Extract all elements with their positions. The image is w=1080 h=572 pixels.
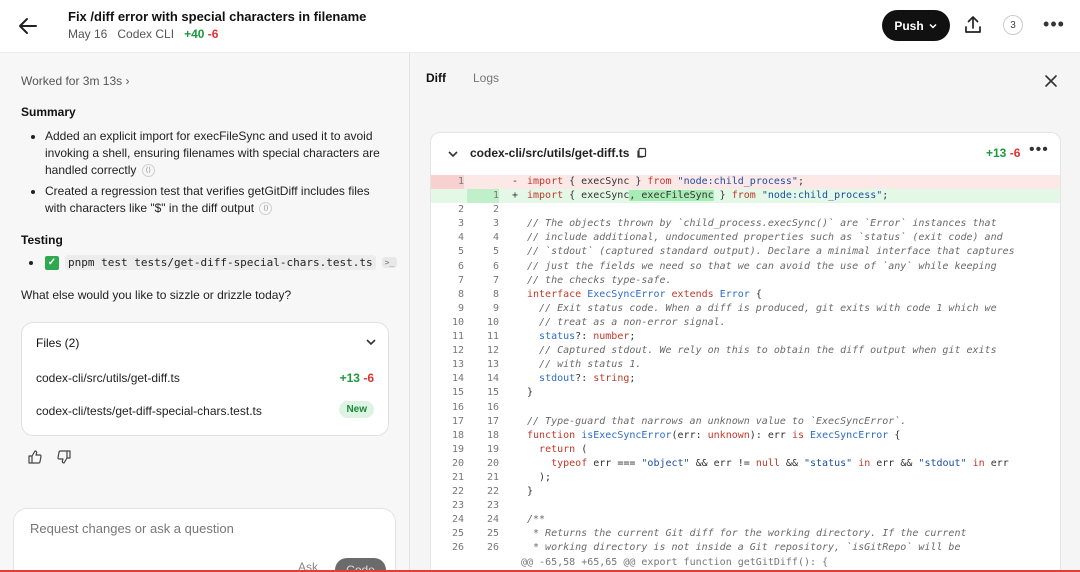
checkmark-icon: ✓ [45, 255, 59, 270]
testing-heading: Testing [21, 233, 63, 247]
new-file-badge: New [339, 401, 374, 418]
thumbs-up-icon[interactable] [27, 449, 43, 465]
diff-line: 6 6// just the fields we need so that we … [457, 260, 997, 272]
diff-line: 15 15} [451, 387, 534, 399]
file-name: codex-cli/src/utils/get-diff.ts [36, 371, 180, 385]
diff-line: 20 20 typeof err === "object" && err != n… [451, 457, 1009, 469]
task-summary-pane: Worked for 3m 13s › Summary Added an exp… [0, 53, 409, 572]
diff-line: 13 13 // with status 1. [451, 359, 642, 371]
diff-line: 18 18 function isExecSyncError(err: unknow… [451, 429, 901, 441]
diff-line-deleted: 1- import { execSync } from "node:child_p… [431, 175, 1060, 190]
diff-line: 5 5// `stdout` (captured standard output)… [457, 246, 1015, 258]
diff-line: 11 11 status?: number; [451, 331, 636, 343]
diff-line: 7 7// the checks type-safe. [457, 274, 672, 286]
diff-line: 22 [457, 204, 499, 216]
file-item[interactable]: codex-cli/tests/get-diff-special-chars.t… [22, 396, 388, 426]
task-title: Fix /diff error with special characters … [68, 9, 367, 24]
citation-icon[interactable]: ⟨⟩ [141, 164, 155, 178]
diff-line: 22 22} [451, 486, 534, 498]
diff-line: 19 19 return ( [451, 443, 588, 455]
diff-line: 10 10 // treat as a non-error signal. [451, 316, 726, 328]
bullet-dot [29, 260, 33, 265]
chevron-down-icon[interactable] [446, 147, 460, 161]
diff-line: 23 23 [451, 500, 499, 512]
back-arrow-icon[interactable] [16, 14, 40, 38]
copy-icon[interactable] [636, 147, 648, 159]
version-count-badge[interactable]: 3 [1003, 15, 1023, 35]
tab-diff[interactable]: Diff [426, 71, 446, 85]
diff-line: 8 8 interface ExecSyncError extends Error … [457, 288, 762, 300]
diff-card: codex-cli/src/utils/get-diff.ts +13 -6 •… [430, 132, 1061, 572]
citation-icon[interactable]: ⟨⟩ [259, 202, 273, 216]
more-options-icon[interactable]: ••• [1029, 141, 1049, 159]
test-command: pnpm test tests/get-diff-special-chars.t… [65, 255, 376, 270]
diff-line: 99 // Exit status code. When a diff is p… [457, 302, 997, 314]
diff-line: 26 26 * working directory is not inside a… [451, 542, 961, 554]
files-heading: Files (2) [36, 336, 80, 350]
diff-file-header: codex-cli/src/utils/get-diff.ts +13 -6 •… [431, 133, 1060, 174]
additions-count: +40 [184, 27, 205, 41]
diff-file-path: codex-cli/src/utils/get-diff.ts [470, 146, 630, 160]
chevron-down-icon [929, 23, 937, 29]
share-icon[interactable] [962, 14, 984, 36]
summary-list: Added an explicit import for execFileSyn… [29, 128, 391, 221]
chevron-down-icon[interactable] [364, 335, 378, 349]
file-stats: +13 -6 [339, 371, 374, 385]
diff-pane: Diff Logs codex-cli/src/utils/get-diff.t… [409, 53, 1080, 572]
summary-item: Created a regression test that verifies … [45, 183, 391, 217]
task-meta: May 16 Codex CLI +40 -6 [68, 27, 218, 41]
task-date: May 16 [68, 27, 108, 41]
diff-line-added: 1 + import { execSync, execFileSync } from… [431, 189, 1060, 204]
terminal-icon[interactable]: >_ [381, 257, 398, 268]
test-result: ✓ pnpm test tests/get-diff-special-chars… [29, 255, 398, 270]
push-button[interactable]: Push [882, 10, 950, 41]
diff-line: 12 12 // Captured stdout. We rely on this… [451, 345, 997, 357]
deletions-count: -6 [207, 27, 219, 41]
files-panel: Files (2) codex-cli/src/utils/get-diff.t… [21, 322, 389, 436]
summary-item: Added an explicit import for execFileSyn… [45, 128, 391, 179]
tab-logs[interactable]: Logs [473, 71, 499, 85]
diff-line: 14 14 stdout?: string; [451, 373, 636, 385]
file-name: codex-cli/tests/get-diff-special-chars.t… [36, 404, 262, 418]
diff-hunk-header[interactable]: @@ -65,58 +65,65 @@ export function getG… [431, 556, 1060, 570]
push-label: Push [894, 18, 924, 33]
task-app: Codex CLI [117, 27, 175, 41]
diff-line: 4 4// include additional, undocumented pr… [457, 232, 1003, 244]
more-options-icon[interactable]: ••• [1042, 14, 1066, 36]
top-bar: Fix /diff error with special characters … [0, 0, 1080, 53]
diff-stats: +13 -6 [986, 146, 1021, 160]
summary-heading: Summary [21, 105, 76, 119]
close-icon[interactable] [1043, 73, 1059, 89]
file-item[interactable]: codex-cli/src/utils/get-diff.ts +13 -6 [22, 363, 388, 393]
diff-line: 25 25 * Returns the current Git diff for … [451, 528, 967, 540]
worked-duration-link[interactable]: Worked for 3m 13s › [21, 74, 129, 88]
diff-lines: 1- import { execSync } from "node:child_p… [431, 175, 1060, 570]
diff-line: 17 17// Type-guard that narrows an unknow… [451, 415, 907, 427]
thumbs-down-icon[interactable] [56, 449, 72, 465]
followup-question: What else would you like to sizzle or dr… [21, 288, 292, 302]
diff-line: 3 3// The objects thrown by `child_proces… [457, 218, 997, 230]
diff-line: 24 24/** [451, 514, 546, 526]
diff-line: 21 21 ); [451, 471, 552, 483]
request-input[interactable] [30, 521, 370, 536]
diff-line: 16 16 [451, 401, 499, 413]
composer: Ask Code [13, 508, 396, 572]
